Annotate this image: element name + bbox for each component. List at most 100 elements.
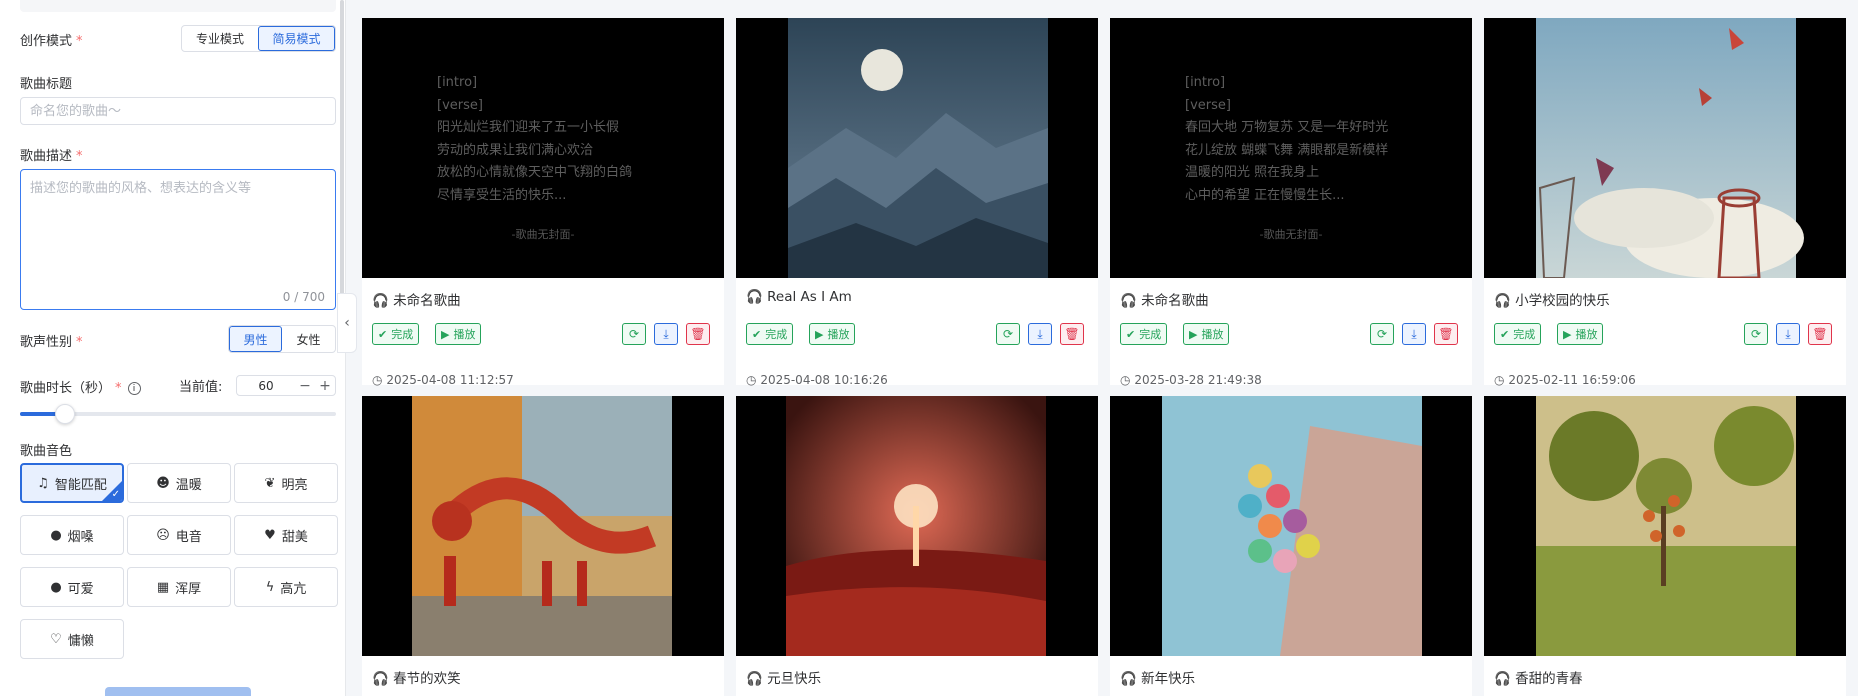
- sidebar-panel: 创作模式* 专业模式 简易模式 歌曲标题 歌曲描述* 0 / 700 歌声性别*…: [0, 0, 346, 696]
- timbre-option[interactable]: ● 烟嗓: [20, 515, 124, 555]
- regenerate-button[interactable]: ⟳: [622, 323, 646, 345]
- mode-pro-option[interactable]: 专业模式: [182, 26, 258, 51]
- timbre-option[interactable]: ● 可爱: [20, 567, 124, 607]
- check-icon: ✓: [111, 489, 120, 500]
- timbre-option[interactable]: ☹ 电音: [127, 515, 231, 555]
- delete-button[interactable]: 🗑: [686, 323, 710, 345]
- timbre-option-label: 慵懒: [67, 633, 94, 649]
- song-title: 🎧 未命名歌曲: [372, 293, 461, 309]
- download-button[interactable]: ⤓: [654, 323, 678, 345]
- play-button[interactable]: ▶ 播放: [1557, 323, 1604, 345]
- timbre-option[interactable]: ☻ 温暖: [127, 463, 231, 503]
- song-cover[interactable]: [1484, 396, 1846, 656]
- generate-button[interactable]: [105, 687, 251, 696]
- song-card[interactable]: 🎧 小学校园的快乐 ✔ 完成 ▶ 播放 ⟳ ⤓ 🗑 ◷ 2025-02-11 16:…: [1484, 18, 1846, 387]
- chevron-left-icon: ‹: [344, 315, 350, 331]
- refresh-icon: ⟳: [1376, 327, 1388, 341]
- lightbulb-icon: ●: [50, 527, 62, 543]
- refresh-icon: ⟳: [1750, 327, 1762, 341]
- download-button[interactable]: ⤓: [1402, 323, 1426, 345]
- mode-label: 创作模式 *: [20, 34, 83, 49]
- regenerate-button[interactable]: ⟳: [1370, 323, 1394, 345]
- heartbeat-icon: ♡: [50, 631, 62, 647]
- duration-slider-handle[interactable]: [55, 404, 76, 424]
- check-circle-icon: ✔: [752, 327, 762, 341]
- delete-button[interactable]: 🗑: [1060, 323, 1084, 345]
- delete-button[interactable]: 🗑: [1808, 323, 1832, 345]
- play-icon: ▶: [1563, 327, 1572, 341]
- description-label: 歌曲描述 *: [20, 149, 83, 164]
- timbre-option-label: 智能匹配: [54, 477, 107, 493]
- music-note-icon: ♫: [37, 475, 49, 491]
- timbre-option-label: 烟嗓: [67, 529, 94, 545]
- page: { "sidebar": { "mode_label": "创作模式", "mo…: [0, 0, 1858, 696]
- timbre-option[interactable]: ❦ 明亮: [234, 463, 338, 503]
- song-card[interactable]: [intro] [verse] 春回大地 万物复苏 又是一年好时光 花儿绽放 蝴…: [1110, 18, 1472, 387]
- headphones-icon: 🎧: [1494, 293, 1511, 309]
- download-icon: ⤓: [1037, 326, 1043, 341]
- title-label: 歌曲标题: [20, 77, 73, 92]
- mode-simple-option[interactable]: 简易模式: [258, 26, 335, 51]
- trash-icon: 🗑: [1438, 327, 1454, 341]
- headphones-icon: 🎧: [372, 293, 389, 309]
- song-title: 🎧 未命名歌曲: [1120, 293, 1209, 309]
- timbre-option[interactable]: ϟ 高亢: [234, 567, 338, 607]
- timbre-option-label: 电音: [175, 529, 202, 545]
- collapse-sidebar-button[interactable]: ‹: [337, 293, 357, 353]
- song-cover[interactable]: [1110, 396, 1472, 656]
- headphones-icon: 🎧: [1120, 293, 1137, 309]
- song-cover[interactable]: [736, 18, 1098, 278]
- song-title: 🎧 小学校园的快乐: [1494, 293, 1610, 309]
- download-icon: ⤓: [1411, 326, 1417, 341]
- play-button[interactable]: ▶ 播放: [809, 323, 856, 345]
- cover-image-balloons: [1162, 396, 1422, 656]
- song-cover-placeholder[interactable]: [intro] [verse] 春回大地 万物复苏 又是一年好时光 花儿绽放 蝴…: [1110, 18, 1472, 278]
- gender-male-option[interactable]: 男性: [229, 326, 283, 352]
- song-title-input[interactable]: [20, 97, 336, 125]
- gender-label: 歌声性别 *: [20, 335, 83, 350]
- timbre-option[interactable]: ♡ 慵懒: [20, 619, 124, 659]
- decrease-button[interactable]: −: [295, 378, 315, 394]
- song-card[interactable]: 🎧 新年快乐: [1110, 396, 1472, 696]
- song-description-input[interactable]: [20, 169, 336, 310]
- song-title: 🎧 元旦快乐: [746, 671, 822, 687]
- check-circle-icon: ✔: [1500, 327, 1510, 341]
- song-card[interactable]: [intro] [verse] 阳光灿烂我们迎来了五一小长假 劳动的成果让我们满…: [362, 18, 724, 387]
- timbre-option[interactable]: ▦ 浑厚: [127, 567, 231, 607]
- regenerate-button[interactable]: ⟳: [996, 323, 1020, 345]
- sidebar-scrollbar[interactable]: [340, 0, 344, 300]
- trash-icon: 🗑: [1064, 327, 1080, 341]
- timbre-option-label: 可爱: [67, 581, 94, 597]
- timbre-label: 歌曲音色: [20, 444, 73, 459]
- no-cover-text: -歌曲无封面-: [1259, 228, 1323, 241]
- trash-icon: 🗑: [690, 327, 706, 341]
- cover-image-firework: [786, 396, 1046, 656]
- song-card[interactable]: 🎧 Real As I Am ✔ 完成 ▶ 播放 ⟳ ⤓ 🗑 ◷ 2025-04-0…: [736, 18, 1098, 387]
- timbre-option[interactable]: ♫ 智能匹配 ✓: [20, 463, 124, 503]
- increase-button[interactable]: +: [315, 378, 335, 394]
- sidebar-top-strip: [20, 0, 336, 12]
- regenerate-button[interactable]: ⟳: [1744, 323, 1768, 345]
- song-date: ◷ 2025-03-28 21:49:38: [1120, 373, 1262, 387]
- download-button[interactable]: ⤓: [1028, 323, 1052, 345]
- info-icon[interactable]: i: [127, 382, 141, 395]
- play-button[interactable]: ▶ 播放: [435, 323, 482, 345]
- delete-button[interactable]: 🗑: [1434, 323, 1458, 345]
- song-card[interactable]: 🎧 春节的欢笑: [362, 396, 724, 696]
- song-cover-placeholder[interactable]: [intro] [verse] 阳光灿烂我们迎来了五一小长假 劳动的成果让我们满…: [362, 18, 724, 278]
- gender-switch[interactable]: 男性 女性: [228, 325, 336, 353]
- download-button[interactable]: ⤓: [1776, 323, 1800, 345]
- song-card[interactable]: 🎧 元旦快乐: [736, 396, 1098, 696]
- play-button[interactable]: ▶ 播放: [1183, 323, 1230, 345]
- timbre-option-label: 高亢: [280, 581, 307, 597]
- headphones-icon: 🎧: [746, 671, 763, 687]
- timbre-option[interactable]: ♥ 甜美: [234, 515, 338, 555]
- song-cover[interactable]: [736, 396, 1098, 656]
- clock-icon: ◷: [1120, 373, 1131, 387]
- song-cover[interactable]: [1484, 18, 1846, 278]
- gender-female-option[interactable]: 女性: [282, 326, 335, 352]
- song-cover[interactable]: [362, 396, 724, 656]
- duration-stepper-value[interactable]: 60: [237, 379, 295, 393]
- song-card[interactable]: 🎧 香甜的青春: [1484, 396, 1846, 696]
- mode-switch[interactable]: 专业模式 简易模式: [181, 25, 336, 52]
